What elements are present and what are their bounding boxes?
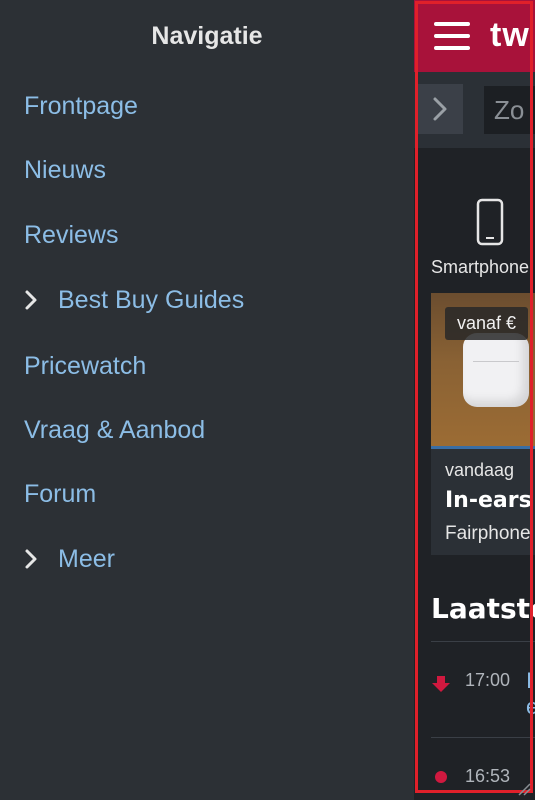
nav-item-frontpage[interactable]: Frontpage (24, 86, 138, 126)
nav-item-pricewatch[interactable]: Pricewatch (24, 346, 146, 386)
chevron-right-icon[interactable] (24, 288, 44, 312)
price-badge: vanaf € (445, 307, 529, 340)
article-subtitle: Fairphone (445, 523, 531, 544)
navigation-drawer: Navigatie Frontpage Nieuws Reviews Best … (0, 0, 414, 800)
nav-item-vraag-aanbod[interactable]: Vraag & Aanbod (24, 410, 205, 450)
article-card[interactable]: vanaf € vandaag In-ears Fairphone (431, 293, 535, 555)
section-title: Laatste (431, 592, 535, 625)
feed-link[interactable]: Ie (526, 668, 535, 720)
article-image: vanaf € (431, 293, 535, 448)
category-smartphone[interactable]: Smartphone (431, 198, 535, 278)
search-input[interactable] (484, 86, 535, 134)
site-logo[interactable]: tw (490, 16, 530, 55)
article-title[interactable]: In-ears (445, 488, 532, 513)
nav-item-reviews[interactable]: Reviews (24, 215, 118, 255)
hamburger-menu-icon[interactable] (434, 22, 470, 50)
chevron-right-icon (433, 97, 447, 121)
nav-item-label: Vraag & Aanbod (24, 415, 206, 444)
expand-button[interactable] (417, 84, 463, 134)
nav-item-meer[interactable]: Meer (24, 539, 115, 579)
search-bar (414, 72, 535, 148)
nav-item-nieuws[interactable]: Nieuws (24, 150, 106, 190)
earbuds-case-image (463, 333, 529, 407)
category-label: Smartphone (431, 257, 530, 277)
chevron-right-icon[interactable] (24, 547, 44, 571)
smartphone-icon (476, 198, 504, 246)
nav-item-label: Reviews (24, 220, 119, 249)
dot-icon (435, 771, 447, 783)
arrow-down-icon (432, 676, 450, 692)
resize-grip-icon[interactable] (517, 782, 531, 796)
page-content-peek[interactable]: tw Smartphone vanaf € vandaag In-ears Fa… (414, 0, 535, 800)
nav-item-forum[interactable]: Forum (24, 474, 96, 514)
feed-time: 17:00 (465, 670, 511, 690)
feed-item[interactable]: 17:00 Ie (431, 668, 535, 719)
drawer-title: Navigatie (151, 22, 263, 50)
nav-item-label: Frontpage (24, 91, 138, 120)
article-date: vandaag (445, 460, 515, 480)
feed-time: 16:53 (465, 766, 511, 786)
nav-item-label: Forum (24, 479, 97, 508)
nav-item-label: Nieuws (24, 155, 106, 184)
nav-item-label: Best Buy Guides (58, 285, 245, 314)
nav-item-label: Pricewatch (24, 351, 147, 380)
nav-item-best-buy-guides[interactable]: Best Buy Guides (24, 280, 244, 320)
nav-item-label: Meer (58, 544, 115, 573)
site-header: tw (414, 0, 535, 72)
